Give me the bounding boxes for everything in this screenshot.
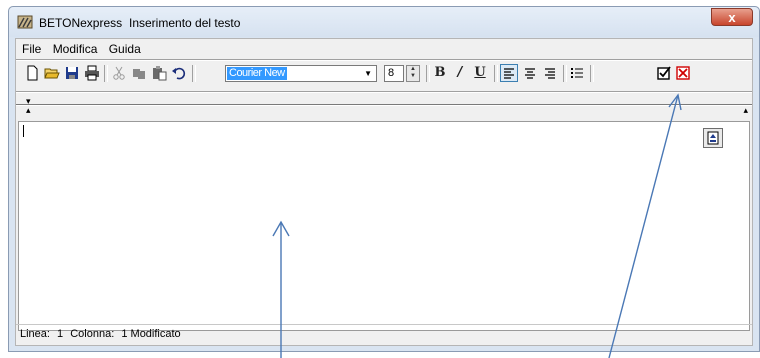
right-indent-marker[interactable]: ▴ xyxy=(743,106,748,115)
menu-guida[interactable]: Guida xyxy=(105,42,145,56)
print-icon[interactable] xyxy=(84,65,100,81)
paste-icon[interactable] xyxy=(151,65,167,81)
align-left-icon xyxy=(504,68,514,79)
menu-file[interactable]: File xyxy=(18,42,45,56)
menu-modifica[interactable]: Modifica xyxy=(49,42,102,56)
document-arrow-icon xyxy=(707,131,719,145)
status-column-value: 1 xyxy=(121,328,128,340)
window-title: Inserimento del testo xyxy=(129,16,241,30)
toolbar-separator xyxy=(563,65,567,82)
menu-bar: File Modifica Guida xyxy=(18,42,145,58)
chevron-down-icon[interactable]: ▼ xyxy=(364,66,372,81)
toolbar: Courier New ▼ 8 ▲ ▼ B / U xyxy=(16,61,752,89)
status-line-value: 1 xyxy=(57,328,64,340)
font-size-spinner[interactable]: ▲ ▼ xyxy=(406,65,420,82)
underline-button[interactable]: U xyxy=(472,65,488,81)
client-area: File Modifica Guida Courier New ▼ 8 ▲ ▼ … xyxy=(15,38,753,346)
align-left-button[interactable] xyxy=(500,64,518,82)
new-document-icon[interactable] xyxy=(24,65,40,81)
italic-button[interactable]: / xyxy=(452,65,468,81)
title-bar[interactable]: BETONexpress Inserimento del testo x xyxy=(9,7,759,37)
align-right-icon[interactable] xyxy=(542,65,558,81)
editor-window: BETONexpress Inserimento del testo x Fil… xyxy=(8,6,760,352)
undo-icon[interactable] xyxy=(171,65,187,81)
toolbar-separator xyxy=(426,65,430,82)
ruler-line xyxy=(16,104,752,106)
left-indent-marker[interactable]: ▴ xyxy=(26,106,31,115)
save-icon[interactable] xyxy=(64,65,80,81)
confirm-check-icon[interactable] xyxy=(656,65,672,81)
align-center-icon[interactable] xyxy=(522,65,538,81)
status-modified: Modificato xyxy=(130,328,181,340)
side-action-button[interactable] xyxy=(703,128,723,148)
window-app-name: BETONexpress xyxy=(39,16,123,30)
open-folder-icon[interactable] xyxy=(44,65,60,81)
bullet-list-icon[interactable] xyxy=(569,65,585,81)
font-name-value: Courier New xyxy=(227,67,287,80)
bold-button[interactable]: B xyxy=(432,65,448,81)
copy-icon[interactable] xyxy=(131,65,147,81)
cancel-x-icon[interactable] xyxy=(675,65,691,81)
toolbar-separator xyxy=(104,65,108,82)
cut-icon[interactable] xyxy=(111,65,127,81)
text-editor-area[interactable] xyxy=(18,121,750,331)
font-size-input[interactable]: 8 xyxy=(384,65,404,82)
close-button[interactable]: x xyxy=(711,8,753,26)
toolbar-separator xyxy=(192,65,196,82)
toolbar-separator xyxy=(590,65,594,82)
status-column-label: Colonna: xyxy=(70,328,115,340)
ruler: ▾ ▴ ▴ xyxy=(16,93,752,121)
status-line-label: Linea: xyxy=(20,328,50,340)
font-name-combo[interactable]: Courier New ▼ xyxy=(225,65,377,82)
status-bar: Linea: 1 Colonna: 1 Modificato xyxy=(16,324,752,345)
text-caret xyxy=(23,125,24,137)
app-icon xyxy=(17,15,33,29)
close-icon: x xyxy=(728,10,736,25)
toolbar-separator xyxy=(494,65,498,82)
